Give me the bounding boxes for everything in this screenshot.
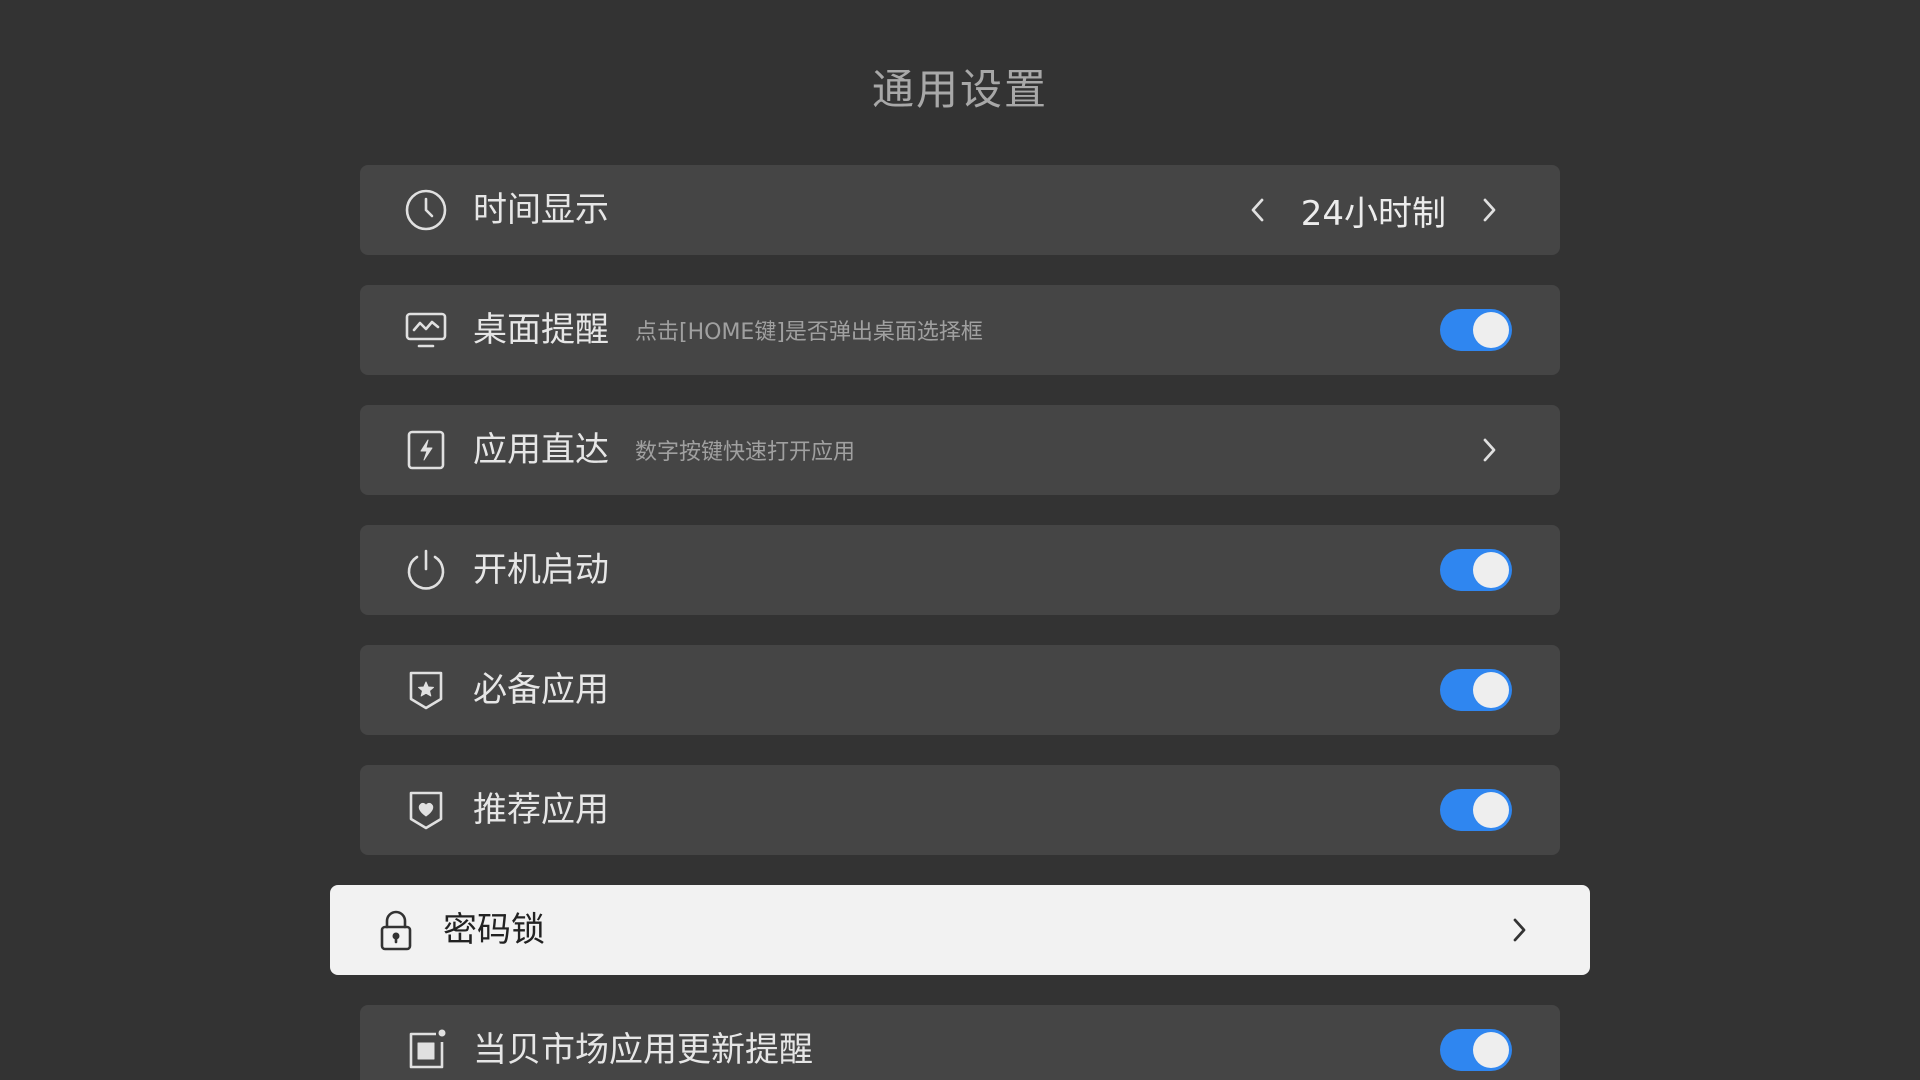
recommended-apps-toggle[interactable] (1440, 789, 1512, 831)
setting-row-time-display[interactable]: 时间显示 24小时制 (360, 165, 1560, 255)
chevron-left-icon[interactable] (1243, 195, 1273, 225)
time-format-value: 24小时制 (1300, 193, 1446, 234)
star-shield-icon (403, 667, 449, 713)
setting-label: 时间显示 (473, 190, 609, 230)
settings-page: 通用设置 时间显示 24小时制 桌面提醒 点击[HOME键]是否弹出桌面选择框 … (0, 0, 1920, 1080)
heart-shield-icon (403, 787, 449, 833)
toggle-knob (1473, 672, 1509, 708)
setting-row-market-update[interactable]: 当贝市场应用更新提醒 (360, 1005, 1560, 1080)
toggle-knob (1473, 552, 1509, 588)
chevron-right-icon[interactable] (1504, 915, 1534, 945)
monitor-icon (403, 307, 449, 353)
page-title: 通用设置 (871, 65, 1048, 114)
setting-label: 推荐应用 (473, 790, 609, 830)
setting-row-app-direct[interactable]: 应用直达 数字按键快速打开应用 (360, 405, 1560, 495)
setting-label: 必备应用 (473, 670, 609, 710)
essential-apps-toggle[interactable] (1440, 669, 1512, 711)
setting-description: 点击[HOME键]是否弹出桌面选择框 (635, 320, 983, 345)
power-icon (403, 547, 449, 593)
setting-description: 数字按键快速打开应用 (635, 440, 856, 465)
boot-start-toggle[interactable] (1440, 549, 1512, 591)
chevron-right-icon[interactable] (1474, 435, 1504, 465)
setting-label: 当贝市场应用更新提醒 (473, 1030, 813, 1070)
setting-label: 桌面提醒 (473, 310, 609, 350)
lock-icon (373, 907, 419, 953)
market-update-toggle[interactable] (1440, 1029, 1512, 1071)
desktop-reminder-toggle[interactable] (1440, 309, 1512, 351)
setting-label: 开机启动 (473, 550, 609, 590)
setting-row-boot-start[interactable]: 开机启动 (360, 525, 1560, 615)
setting-row-password-lock[interactable]: 密码锁 (330, 885, 1590, 975)
toggle-knob (1473, 792, 1509, 828)
app-badge-icon (403, 1027, 449, 1073)
lightning-box-icon (403, 427, 449, 473)
chevron-right-icon[interactable] (1474, 195, 1504, 225)
clock-icon (403, 187, 449, 233)
setting-label: 密码锁 (443, 910, 545, 950)
toggle-knob (1473, 312, 1509, 348)
setting-label: 应用直达 (473, 430, 609, 470)
setting-row-desktop-reminder[interactable]: 桌面提醒 点击[HOME键]是否弹出桌面选择框 (360, 285, 1560, 375)
toggle-knob (1473, 1032, 1509, 1068)
setting-row-recommended-apps[interactable]: 推荐应用 (360, 765, 1560, 855)
setting-row-essential-apps[interactable]: 必备应用 (360, 645, 1560, 735)
time-format-selector[interactable]: 24小时制 (1243, 186, 1504, 235)
